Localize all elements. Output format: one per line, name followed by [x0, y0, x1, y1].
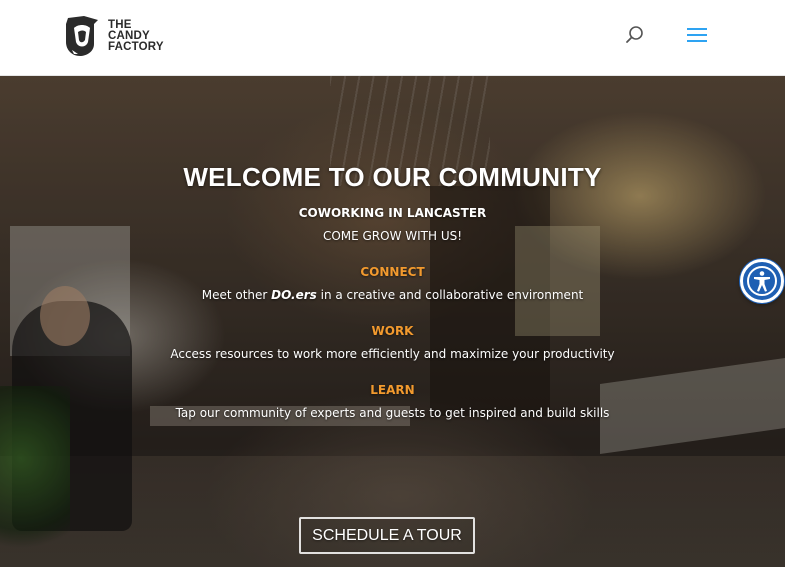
- accessibility-icon: [747, 266, 777, 296]
- connect-body-suffix: in a creative and collaborative environm…: [316, 288, 584, 302]
- hamburger-menu-icon-bar-2: [687, 34, 707, 36]
- site-logo[interactable]: THE CANDY FACTORY: [64, 13, 174, 59]
- connect-heading: CONNECT: [360, 265, 425, 279]
- hamburger-menu-icon-bar-1: [687, 28, 707, 30]
- accessibility-button[interactable]: [740, 259, 784, 303]
- connect-body: Meet other DO.ers in a creative and coll…: [0, 288, 785, 302]
- hero-subtitle: COWORKING IN LANCASTER: [298, 206, 487, 220]
- work-heading: WORK: [371, 324, 414, 338]
- logo-line-3: FACTORY: [108, 40, 164, 53]
- hamburger-menu-icon-bar-3: [687, 40, 707, 42]
- learn-heading: LEARN: [370, 383, 415, 397]
- hero-overlay: [0, 76, 785, 567]
- connect-body-prefix: Meet other: [201, 288, 272, 302]
- search-button[interactable]: [624, 24, 646, 46]
- hero-title: WELCOME TO OUR COMMUNITY: [183, 162, 602, 192]
- hamburger-menu-button[interactable]: [685, 25, 709, 45]
- candy-factory-logo-icon: [66, 16, 98, 56]
- hero-tagline: COME GROW WITH US!: [322, 229, 463, 243]
- site-header: THE CANDY FACTORY: [0, 0, 785, 76]
- logo-wordmark: THE CANDY FACTORY: [108, 18, 164, 53]
- hero-section: WELCOME TO OUR COMMUNITY COWORKING IN LA…: [0, 76, 785, 567]
- schedule-tour-button[interactable]: SCHEDULE A TOUR: [299, 517, 475, 554]
- work-body: Access resources to work more efficientl…: [170, 347, 615, 361]
- search-icon: [626, 26, 643, 43]
- connect-body-emphasis: DO.ers: [271, 288, 317, 302]
- learn-body: Tap our community of experts and guests …: [175, 406, 610, 420]
- logo-line-1: THE: [108, 18, 132, 31]
- logo-line-2: CANDY: [108, 29, 150, 42]
